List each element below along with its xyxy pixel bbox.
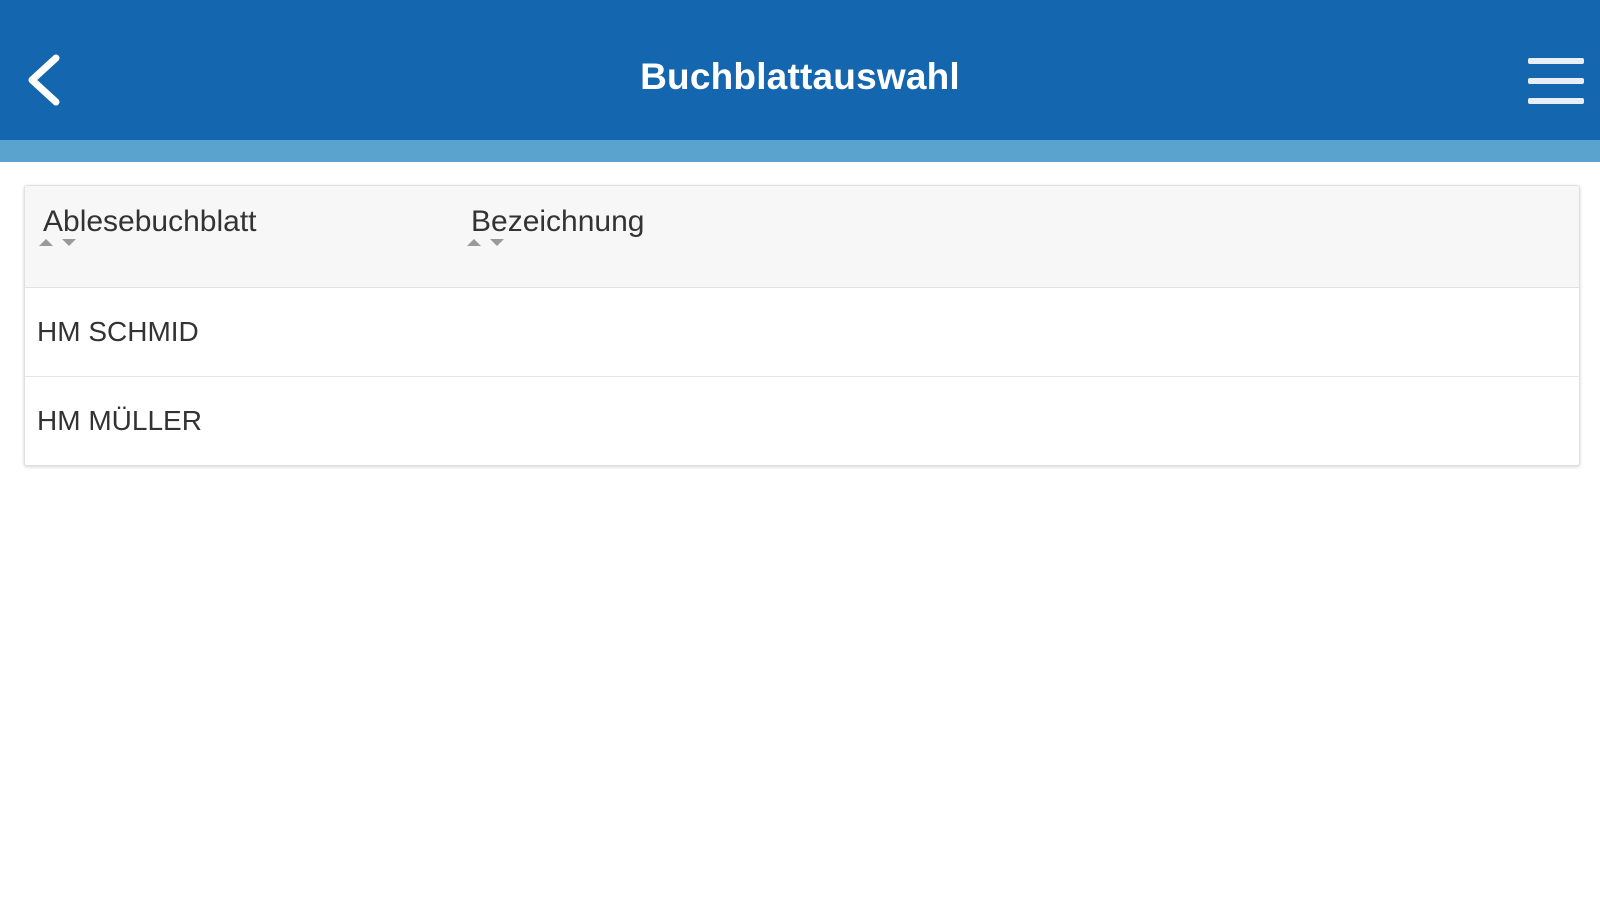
menu-button[interactable]: [1526, 56, 1586, 106]
table-row[interactable]: HM MÜLLER: [25, 377, 1579, 465]
cell-ablesebuchblatt: HM MÜLLER: [37, 405, 202, 436]
sort-arrows-icon[interactable]: [38, 234, 82, 250]
table-row[interactable]: HM SCHMID: [25, 288, 1579, 377]
table-header-row: Ablesebuchblatt Bezeichnung: [25, 186, 1579, 288]
back-button[interactable]: [18, 48, 74, 112]
app-screen: Buchblattauswahl Ablesebuchblatt Bezeich…: [0, 0, 1600, 900]
top-app-bar: Buchblattauswahl: [0, 0, 1600, 140]
page-title: Buchblattauswahl: [640, 56, 960, 97]
buchblatt-table: Ablesebuchblatt Bezeichnung HM SCHMID HM…: [24, 185, 1580, 466]
hamburger-menu-icon: [1528, 58, 1584, 104]
cell-ablesebuchblatt: HM SCHMID: [37, 316, 199, 347]
sort-arrows-icon[interactable]: [466, 234, 510, 250]
chevron-left-icon: [28, 54, 60, 106]
header-accent-stripe: [0, 140, 1600, 162]
